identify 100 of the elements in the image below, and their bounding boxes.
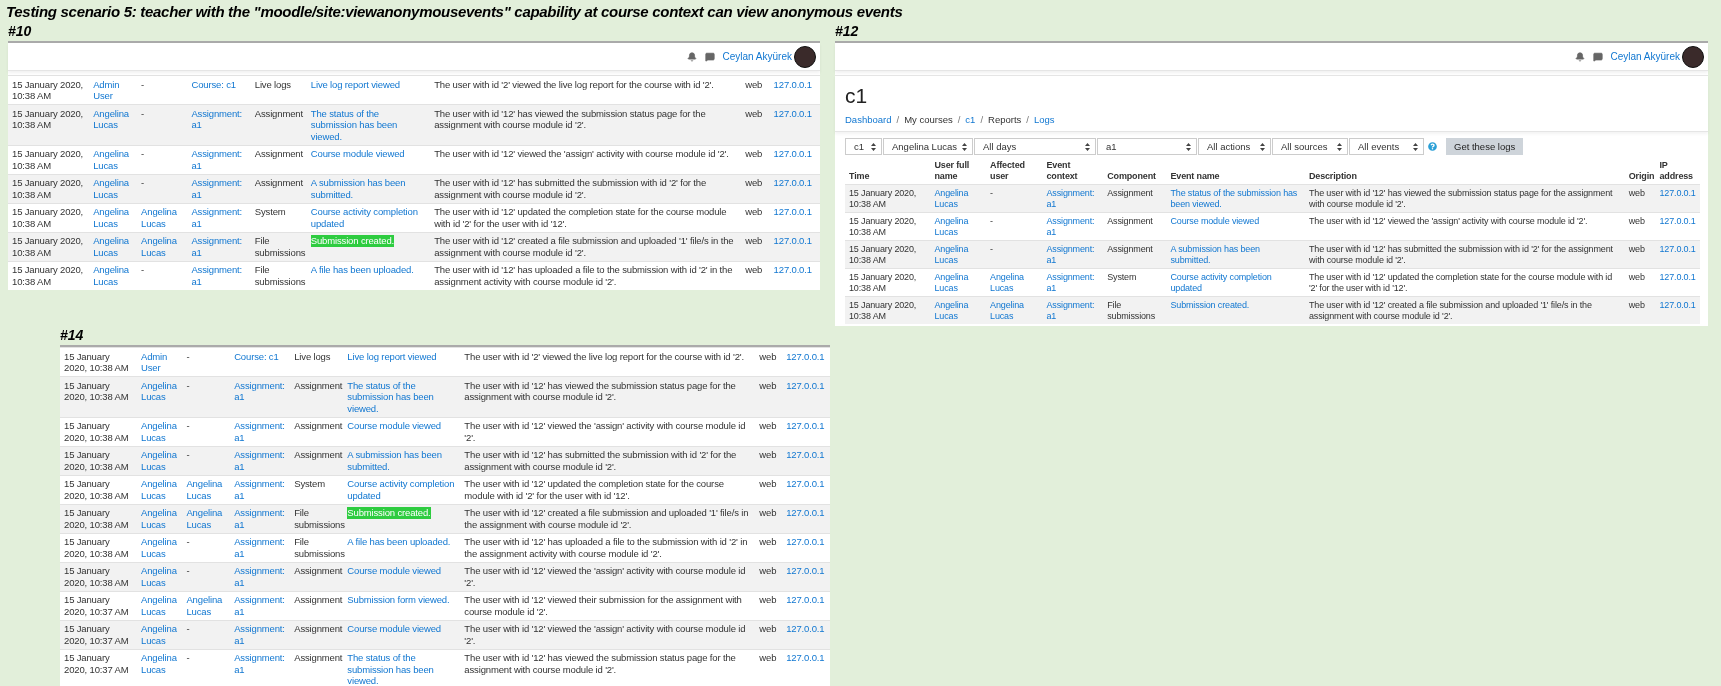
affected-user-link[interactable]: Angelina Lucas: [990, 271, 1039, 294]
ip-address-link[interactable]: 127.0.0.1: [786, 449, 825, 461]
filter-dropdown[interactable]: All sources: [1272, 138, 1348, 155]
event-name-link[interactable]: The status of the submission has been viewed.: [347, 379, 457, 414]
user-link[interactable]: Angelina Lucas: [141, 379, 179, 403]
event-context-link[interactable]: Assignment: a1: [234, 594, 287, 617]
event-name-link[interactable]: Course activity completion updated: [347, 478, 457, 501]
user-link[interactable]: Angelina Lucas: [93, 148, 134, 171]
event-context-link[interactable]: Course: c1: [191, 78, 236, 90]
user-link[interactable]: Angelina Lucas: [141, 652, 179, 675]
filter-dropdown[interactable]: a1: [1097, 138, 1197, 155]
event-name-link[interactable]: A file has been uploaded.: [347, 536, 451, 548]
bell-icon[interactable]: [686, 51, 697, 62]
ip-address-link[interactable]: 127.0.0.1: [786, 623, 825, 635]
user-link[interactable]: Angelina Lucas: [141, 565, 179, 588]
filter-dropdown[interactable]: All days: [974, 138, 1096, 155]
user-link[interactable]: Angelina Lucas: [141, 594, 179, 617]
ip-address-link[interactable]: 127.0.0.1: [773, 107, 812, 119]
user-link[interactable]: Angelina Lucas: [93, 235, 134, 258]
user-link[interactable]: Angelina Lucas: [934, 243, 983, 266]
event-name-link[interactable]: A submission has been submitted.: [347, 449, 457, 472]
user-link[interactable]: Angelina Lucas: [93, 177, 134, 200]
event-context-link[interactable]: Assignment: a1: [234, 449, 287, 472]
affected-user-link[interactable]: Angelina Lucas: [186, 507, 227, 530]
affected-user-link[interactable]: Angelina Lucas: [186, 594, 227, 617]
affected-user-link[interactable]: Angelina Lucas: [186, 478, 227, 501]
filter-dropdown[interactable]: All actions: [1198, 138, 1271, 155]
affected-user-link[interactable]: Angelina Lucas: [141, 235, 184, 258]
breadcrumb-link[interactable]: c1: [965, 114, 976, 125]
event-context-link[interactable]: Assignment: a1: [1046, 187, 1100, 210]
event-context-link[interactable]: Assignment: a1: [191, 107, 247, 131]
user-link[interactable]: Admin User: [141, 350, 179, 374]
ip-address-link[interactable]: 127.0.0.1: [786, 350, 825, 362]
ip-address-link[interactable]: 127.0.0.1: [773, 177, 812, 189]
event-context-link[interactable]: Assignment: a1: [234, 536, 287, 559]
filter-dropdown[interactable]: c1: [845, 138, 882, 155]
event-name-link[interactable]: The status of the submission has been viewed.: [347, 652, 457, 686]
event-name-link[interactable]: Course module viewed: [347, 565, 441, 577]
event-context-link[interactable]: Assignment: a1: [191, 177, 247, 200]
event-context-link[interactable]: Assignment: a1: [234, 623, 287, 646]
event-context-link[interactable]: Assignment: a1: [1046, 299, 1100, 322]
ip-address-link[interactable]: 127.0.0.1: [1659, 271, 1696, 283]
event-name-link[interactable]: Live log report viewed: [310, 78, 400, 90]
event-context-link[interactable]: Assignment: a1: [1046, 243, 1100, 266]
user-link[interactable]: Angelina Lucas: [141, 536, 179, 559]
user-name-link[interactable]: Ceylan Akyürek: [722, 51, 792, 62]
user-link[interactable]: Angelina Lucas: [141, 623, 179, 646]
event-name-link[interactable]: A file has been uploaded.: [310, 264, 414, 276]
ip-address-link[interactable]: 127.0.0.1: [786, 652, 825, 664]
event-name-link[interactable]: Submission form viewed.: [347, 594, 450, 606]
ip-address-link[interactable]: 127.0.0.1: [1659, 299, 1696, 311]
user-link[interactable]: Angelina Lucas: [93, 206, 134, 229]
avatar[interactable]: [794, 45, 816, 68]
ip-address-link[interactable]: 127.0.0.1: [786, 536, 825, 548]
event-name-link[interactable]: A submission has been submitted.: [310, 177, 427, 200]
ip-address-link[interactable]: 127.0.0.1: [1659, 243, 1696, 255]
user-link[interactable]: Angelina Lucas: [141, 478, 179, 501]
avatar[interactable]: [1682, 45, 1704, 68]
affected-user-link[interactable]: Angelina Lucas: [141, 206, 184, 229]
user-link[interactable]: Angelina Lucas: [934, 299, 983, 322]
user-link[interactable]: Angelina Lucas: [141, 449, 179, 472]
user-link[interactable]: Admin User: [93, 78, 134, 102]
ip-address-link[interactable]: 127.0.0.1: [773, 206, 812, 218]
ip-address-link[interactable]: 127.0.0.1: [773, 235, 812, 247]
event-name-link[interactable]: A submission has been submitted.: [1170, 243, 1301, 266]
breadcrumb-link[interactable]: Dashboard: [845, 114, 892, 125]
event-context-link[interactable]: Assignment: a1: [234, 478, 287, 501]
event-context-link[interactable]: Assignment: a1: [191, 148, 247, 171]
event-context-link[interactable]: Assignment: a1: [234, 420, 287, 443]
chat-bubble-icon[interactable]: [1592, 51, 1603, 62]
event-context-link[interactable]: Course: c1: [234, 350, 279, 362]
event-name-link[interactable]: Course module viewed: [347, 623, 441, 635]
event-context-link[interactable]: Assignment: a1: [234, 652, 287, 675]
event-context-link[interactable]: Assignment: a1: [234, 507, 287, 530]
ip-address-link[interactable]: 127.0.0.1: [786, 594, 825, 606]
event-name-link[interactable]: The status of the submission has been viewed.: [310, 107, 427, 142]
user-link[interactable]: Angelina Lucas: [934, 271, 983, 294]
event-context-link[interactable]: Assignment: a1: [1046, 271, 1100, 294]
event-name-link[interactable]: Course activity completion updated: [1170, 271, 1301, 294]
ip-address-link[interactable]: 127.0.0.1: [1659, 215, 1696, 227]
user-link[interactable]: Angelina Lucas: [934, 215, 983, 238]
event-name-link[interactable]: Course activity completion updated: [310, 206, 427, 229]
ip-address-link[interactable]: 127.0.0.1: [786, 478, 825, 490]
event-context-link[interactable]: Assignment: a1: [191, 235, 247, 258]
user-name-link[interactable]: Ceylan Akyürek: [1610, 51, 1680, 62]
event-name-link[interactable]: Course module viewed: [1170, 215, 1259, 227]
ip-address-link[interactable]: 127.0.0.1: [773, 264, 812, 276]
event-name-link[interactable]: The status of the submission has been viewed.: [1170, 187, 1301, 210]
get-logs-button[interactable]: Get these logs: [1446, 138, 1524, 155]
event-context-link[interactable]: Assignment: a1: [234, 565, 287, 588]
ip-address-link[interactable]: 127.0.0.1: [786, 565, 825, 577]
ip-address-link[interactable]: 127.0.0.1: [1659, 187, 1696, 199]
user-link[interactable]: Angelina Lucas: [934, 187, 983, 210]
event-name-link[interactable]: Course module viewed: [347, 420, 441, 432]
breadcrumb-link[interactable]: Logs: [1033, 114, 1055, 125]
chat-bubble-icon[interactable]: [704, 51, 715, 62]
event-context-link[interactable]: Assignment: a1: [1046, 215, 1100, 238]
event-name-link[interactable]: Course module viewed: [310, 148, 405, 160]
filter-dropdown[interactable]: Angelina Lucas: [883, 138, 973, 155]
ip-address-link[interactable]: 127.0.0.1: [786, 507, 825, 519]
